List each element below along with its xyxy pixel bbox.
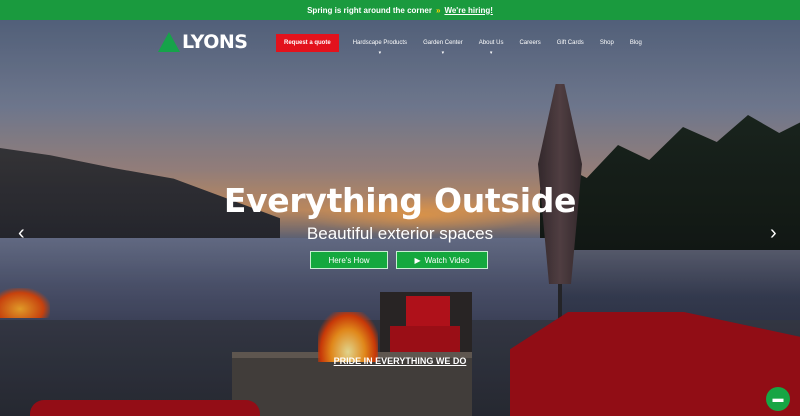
- chevron-down-icon: ▾: [441, 50, 445, 56]
- chevron-right-icon[interactable]: ›: [770, 222, 777, 245]
- chevron-down-icon: ▾: [378, 50, 382, 56]
- watch-video-label: Watch Video: [424, 255, 470, 265]
- nav-item-gift-cards[interactable]: Gift Cards: [557, 34, 584, 52]
- chevron-left-icon[interactable]: ‹: [18, 222, 25, 245]
- hero-title: Everything Outside: [223, 181, 577, 220]
- watch-video-button[interactable]: ▶ Watch Video: [396, 251, 488, 269]
- main-nav: LYONS Request a quote Hardscape Products…: [0, 20, 800, 68]
- chat-icon: ▬: [772, 393, 784, 405]
- nav-item-label: Garden Center: [423, 40, 463, 46]
- nav-item-label: Blog: [629, 40, 642, 46]
- promo-text: Spring is right around the corner: [307, 5, 432, 15]
- lyons-logo[interactable]: LYONS: [158, 31, 248, 53]
- nav-item-shop[interactable]: Shop: [600, 34, 614, 52]
- nav-item-label: Hardscape Products: [352, 40, 408, 46]
- nav-item-label: Gift Cards: [556, 40, 584, 46]
- heres-how-button[interactable]: Here's How: [310, 251, 388, 269]
- nav-item-label: Careers: [519, 40, 541, 46]
- nav-item-careers[interactable]: Careers: [519, 34, 540, 52]
- nav-item-garden-center[interactable]: Garden Center ▾: [423, 34, 463, 56]
- logo-text: LYONS: [182, 31, 248, 53]
- chevron-down-icon: ▾: [489, 50, 493, 56]
- nav-item-label: About Us: [478, 40, 504, 46]
- nav-items: Request a quote Hardscape Products ▾ Gar…: [276, 34, 658, 56]
- nav-item-label: Shop: [599, 40, 614, 46]
- nav-item-hardscape[interactable]: Hardscape Products ▾: [352, 34, 408, 56]
- play-icon: ▶: [414, 255, 421, 265]
- promo-bar: Spring is right around the corner » We'r…: [0, 0, 800, 20]
- nav-item-about-us[interactable]: About Us ▾: [478, 34, 504, 56]
- pride-tagline-link[interactable]: PRIDE IN EVERYTHING WE DO: [0, 356, 800, 366]
- promo-arrow-icon: »: [436, 5, 441, 15]
- nav-item-blog[interactable]: Blog: [630, 34, 642, 52]
- hero-subtitle: Beautiful exterior spaces: [306, 224, 494, 243]
- chat-button[interactable]: ▬: [766, 387, 790, 411]
- tree-icon: [158, 32, 180, 52]
- hiring-link[interactable]: We're hiring!: [444, 6, 492, 15]
- hero-buttons: Here's How ▶ Watch Video: [310, 251, 488, 269]
- request-quote-button[interactable]: Request a quote: [276, 34, 339, 52]
